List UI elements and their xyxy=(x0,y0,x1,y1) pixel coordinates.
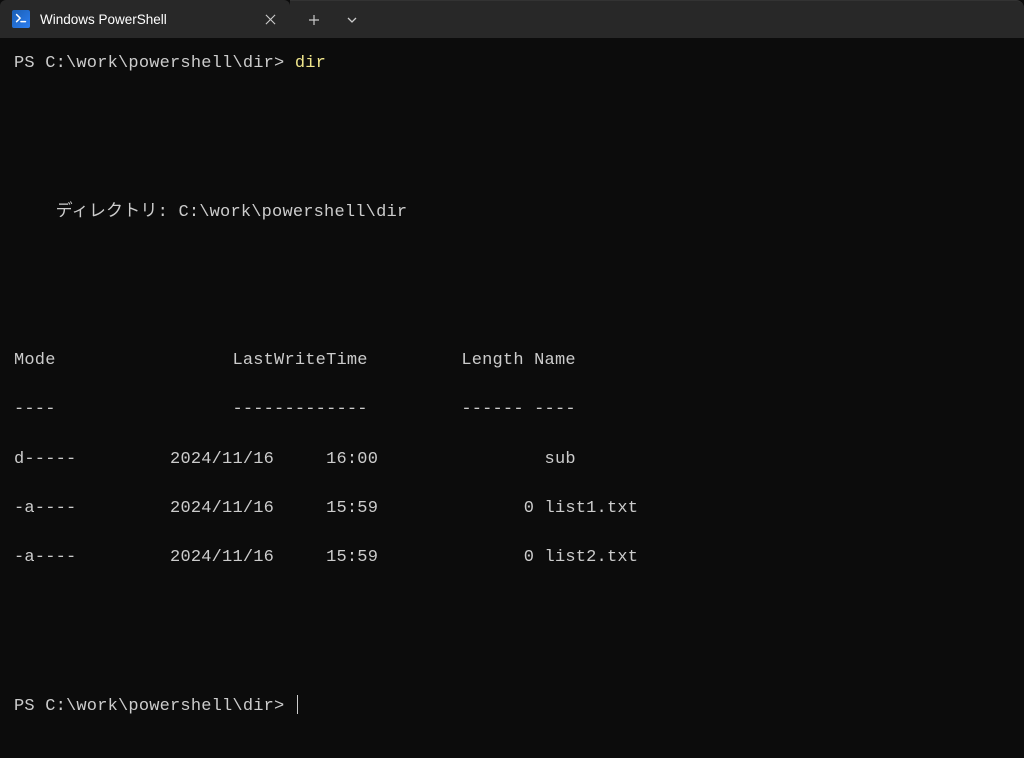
title-bar: Windows PowerShell xyxy=(0,0,1024,38)
terminal-output[interactable]: PS C:\work\powershell\dir> dir ディレクトリ: C… xyxy=(0,38,1024,758)
new-tab-button[interactable] xyxy=(296,5,332,35)
close-tab-button[interactable] xyxy=(260,9,280,29)
tab-title: Windows PowerShell xyxy=(40,12,250,27)
prompt: PS C:\work\powershell\dir> xyxy=(14,54,295,73)
table-row: -a---- 2024/11/16 15:59 0 list2.txt xyxy=(14,546,1010,571)
table-row: -a---- 2024/11/16 15:59 0 list1.txt xyxy=(14,497,1010,522)
command: dir xyxy=(295,54,326,73)
tab-strip xyxy=(290,0,1024,38)
table-underline: ---- ------------- ------ ---- xyxy=(14,398,1010,423)
tab-dropdown-button[interactable] xyxy=(334,5,370,35)
directory-label: ディレクトリ xyxy=(56,203,158,222)
close-icon xyxy=(265,14,276,25)
cursor xyxy=(297,695,299,714)
plus-icon xyxy=(308,14,320,26)
powershell-icon xyxy=(12,10,30,28)
active-tab[interactable]: Windows PowerShell xyxy=(0,0,290,38)
prompt: PS C:\work\powershell\dir> xyxy=(14,697,295,716)
table-row: d----- 2024/11/16 16:00 sub xyxy=(14,448,1010,473)
chevron-down-icon xyxy=(346,14,358,26)
table-header: Mode LastWriteTime Length Name xyxy=(14,349,1010,374)
directory-path: C:\work\powershell\dir xyxy=(178,203,407,222)
